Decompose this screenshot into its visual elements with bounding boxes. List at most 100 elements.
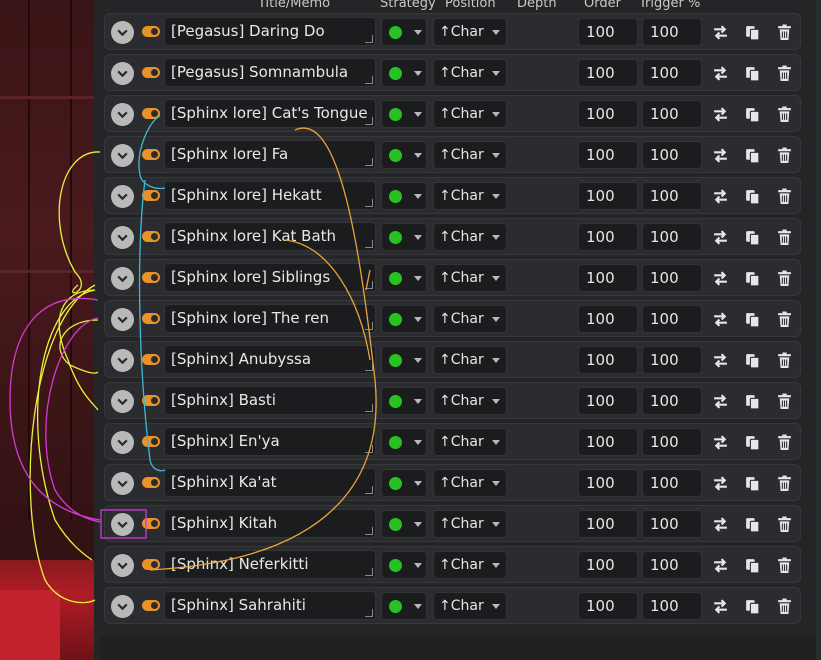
order-input[interactable]: 100 [578,346,638,374]
move-icon[interactable] [710,104,730,124]
position-select[interactable]: ↑Char [433,141,507,169]
position-select[interactable]: ↑Char [433,223,507,251]
chevron-down-icon[interactable] [111,513,134,536]
entry-title-field[interactable]: [Pegasus] Daring Do [164,17,376,46]
order-input[interactable]: 100 [578,182,638,210]
resize-handle[interactable] [365,240,373,248]
trigger-input[interactable]: 100 [642,182,702,210]
chevron-down-icon[interactable] [111,103,134,126]
resize-handle[interactable] [365,404,373,412]
trigger-input[interactable]: 100 [642,346,702,374]
order-input[interactable]: 100 [578,100,638,128]
copy-icon[interactable] [742,186,762,206]
strategy-select[interactable] [381,100,427,128]
strategy-select[interactable] [381,223,427,251]
copy-icon[interactable] [742,268,762,288]
move-icon[interactable] [710,268,730,288]
copy-icon[interactable] [742,63,762,83]
delete-icon[interactable] [774,186,794,206]
order-input[interactable]: 100 [578,551,638,579]
delete-icon[interactable] [774,63,794,83]
strategy-select[interactable] [381,592,427,620]
resize-handle[interactable] [365,568,373,576]
toggle-icon[interactable] [142,518,160,529]
toggle-icon[interactable] [142,477,160,488]
copy-icon[interactable] [742,596,762,616]
chevron-down-icon[interactable] [111,267,134,290]
resize-handle[interactable] [365,363,373,371]
position-select[interactable]: ↑Char [433,428,507,456]
strategy-select[interactable] [381,469,427,497]
entry-title-field[interactable]: [Sphinx lore] The ren [164,304,376,333]
strategy-select[interactable] [381,18,427,46]
move-icon[interactable] [710,391,730,411]
strategy-select[interactable] [381,510,427,538]
position-select[interactable]: ↑Char [433,510,507,538]
trigger-input[interactable]: 100 [642,510,702,538]
resize-handle[interactable] [365,35,373,43]
toggle-icon[interactable] [142,108,160,119]
order-input[interactable]: 100 [578,592,638,620]
trigger-input[interactable]: 100 [642,305,702,333]
order-input[interactable]: 100 [578,59,638,87]
delete-icon[interactable] [774,350,794,370]
entry-title-field[interactable]: [Sphinx] Ka'at [164,468,376,497]
position-select[interactable]: ↑Char [433,469,507,497]
delete-icon[interactable] [774,22,794,42]
move-icon[interactable] [710,596,730,616]
position-select[interactable]: ↑Char [433,59,507,87]
copy-icon[interactable] [742,22,762,42]
order-input[interactable]: 100 [578,428,638,456]
chevron-down-icon[interactable] [111,226,134,249]
move-icon[interactable] [710,63,730,83]
trigger-input[interactable]: 100 [642,141,702,169]
entry-title-field[interactable]: [Sphinx] Sahrahiti [164,591,376,620]
move-icon[interactable] [710,309,730,329]
toggle-icon[interactable] [142,313,160,324]
delete-icon[interactable] [774,555,794,575]
position-select[interactable]: ↑Char [433,387,507,415]
move-icon[interactable] [710,432,730,452]
delete-icon[interactable] [774,268,794,288]
delete-icon[interactable] [774,432,794,452]
order-input[interactable]: 100 [578,469,638,497]
toggle-icon[interactable] [142,354,160,365]
copy-icon[interactable] [742,514,762,534]
trigger-input[interactable]: 100 [642,59,702,87]
position-select[interactable]: ↑Char [433,264,507,292]
order-input[interactable]: 100 [578,141,638,169]
position-select[interactable]: ↑Char [433,18,507,46]
strategy-select[interactable] [381,305,427,333]
entry-title-field[interactable]: [Sphinx lore] Cat's Tongue [164,99,376,128]
resize-handle[interactable] [365,322,373,330]
chevron-down-icon[interactable] [111,308,134,331]
chevron-down-icon[interactable] [111,431,134,454]
resize-handle[interactable] [365,76,373,84]
chevron-down-icon[interactable] [111,185,134,208]
entry-title-field[interactable]: [Sphinx] Neferkitti [164,550,376,579]
position-select[interactable]: ↑Char [433,182,507,210]
resize-handle[interactable] [365,486,373,494]
chevron-down-icon[interactable] [111,595,134,618]
trigger-input[interactable]: 100 [642,223,702,251]
order-input[interactable]: 100 [578,18,638,46]
resize-handle[interactable] [365,527,373,535]
strategy-select[interactable] [381,59,427,87]
entry-title-field[interactable]: [Sphinx] En'ya [164,427,376,456]
entry-title-field[interactable]: [Sphinx] Anubyssa [164,345,376,374]
trigger-input[interactable]: 100 [642,387,702,415]
move-icon[interactable] [710,186,730,206]
chevron-down-icon[interactable] [111,62,134,85]
entry-title-field[interactable]: [Sphinx lore] Hekatt [164,181,376,210]
resize-handle[interactable] [365,199,373,207]
strategy-select[interactable] [381,387,427,415]
copy-icon[interactable] [742,555,762,575]
delete-icon[interactable] [774,104,794,124]
position-select[interactable]: ↑Char [433,592,507,620]
strategy-select[interactable] [381,182,427,210]
trigger-input[interactable]: 100 [642,264,702,292]
move-icon[interactable] [710,145,730,165]
order-input[interactable]: 100 [578,223,638,251]
trigger-input[interactable]: 100 [642,551,702,579]
order-input[interactable]: 100 [578,264,638,292]
